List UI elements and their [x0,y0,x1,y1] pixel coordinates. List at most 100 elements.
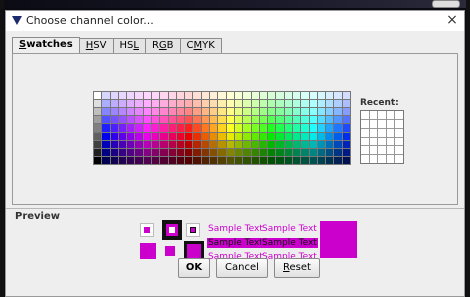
swatch-cell[interactable] [94,124,102,132]
swatch-cell[interactable] [102,100,110,108]
swatch-cell[interactable] [251,148,259,156]
swatch-cell[interactable] [193,124,201,132]
swatch-cell[interactable] [334,140,342,148]
recent-swatch-cell[interactable] [369,137,378,146]
recent-swatch-cell[interactable] [369,155,378,163]
swatch-cell[interactable] [326,100,334,108]
swatch-cell[interactable] [143,156,152,164]
swatch-cell[interactable] [309,140,317,148]
swatch-cell[interactable] [118,92,127,100]
swatch-cell[interactable] [243,92,251,100]
swatch-cell[interactable] [152,100,160,108]
swatch-cell[interactable] [94,92,102,100]
swatch-cell[interactable] [110,92,118,100]
swatch-cell[interactable] [226,140,234,148]
swatch-cell[interactable] [127,108,135,116]
swatch-cell[interactable] [210,100,218,108]
swatch-cell[interactable] [102,140,110,148]
swatch-cell[interactable] [251,108,259,116]
swatch-cell[interactable] [102,148,110,156]
swatch-cell[interactable] [152,108,160,116]
swatch-cell[interactable] [276,132,284,140]
swatch-cell[interactable] [152,140,160,148]
recent-swatch-cell[interactable] [378,137,386,146]
swatch-cell[interactable] [185,116,193,124]
swatch-cell[interactable] [110,108,118,116]
swatch-cell[interactable] [326,116,334,124]
swatch-cell[interactable] [127,156,135,164]
swatch-cell[interactable] [268,100,276,108]
swatch-cell[interactable] [193,100,201,108]
swatch-cell[interactable] [193,116,201,124]
swatch-cell[interactable] [234,132,243,140]
swatch-cell[interactable] [309,156,317,164]
swatch-cell[interactable] [135,156,143,164]
swatch-cell[interactable] [243,108,251,116]
swatch-cell[interactable] [259,124,268,132]
swatch-cell[interactable] [292,92,301,100]
swatch-cell[interactable] [118,100,127,108]
swatch-cell[interactable] [309,124,317,132]
swatch-cell[interactable] [276,108,284,116]
swatch-cell[interactable] [301,124,309,132]
swatch-cell[interactable] [118,140,127,148]
swatch-cell[interactable] [127,116,135,124]
swatch-cell[interactable] [168,116,176,124]
recent-swatch-grid[interactable] [360,110,404,164]
swatch-cell[interactable] [143,92,152,100]
swatch-cell[interactable] [292,156,301,164]
swatch-cell[interactable] [251,124,259,132]
swatch-cell[interactable] [276,148,284,156]
swatch-cell[interactable] [309,108,317,116]
swatch-cell[interactable] [317,132,326,140]
swatch-cell[interactable] [176,124,185,132]
swatch-cell[interactable] [276,124,284,132]
swatch-cell[interactable] [243,100,251,108]
swatch-cell[interactable] [185,148,193,156]
swatch-cell[interactable] [301,148,309,156]
swatch-cell[interactable] [301,140,309,148]
swatch-cell[interactable] [102,108,110,116]
swatch-cell[interactable] [118,116,127,124]
swatch-cell[interactable] [152,116,160,124]
tab-hsv[interactable]: HSV [78,38,114,53]
swatch-cell[interactable] [284,124,292,132]
swatch-cell[interactable] [226,148,234,156]
swatch-cell[interactable] [334,100,342,108]
swatch-cell[interactable] [251,92,259,100]
swatch-cell[interactable] [110,148,118,156]
swatch-cell[interactable] [243,124,251,132]
swatch-cell[interactable] [127,132,135,140]
swatch-cell[interactable] [94,108,102,116]
swatch-cell[interactable] [268,140,276,148]
swatch-cell[interactable] [143,108,152,116]
tab-rgb[interactable]: RGB [144,38,181,53]
swatch-cell[interactable] [243,116,251,124]
swatch-cell[interactable] [201,92,210,100]
swatch-cell[interactable] [218,156,226,164]
swatch-cell[interactable] [168,156,176,164]
swatch-cell[interactable] [317,116,326,124]
swatch-cell[interactable] [176,156,185,164]
recent-swatch-cell[interactable] [361,155,369,163]
swatch-cell[interactable] [201,132,210,140]
swatch-cell[interactable] [292,108,301,116]
swatch-cell[interactable] [193,132,201,140]
tab-hsl[interactable]: HSL [112,38,146,53]
swatch-cell[interactable] [135,108,143,116]
swatch-cell[interactable] [251,156,259,164]
swatch-cell[interactable] [218,108,226,116]
swatch-cell[interactable] [276,116,284,124]
swatch-cell[interactable] [110,156,118,164]
swatch-cell[interactable] [226,116,234,124]
swatch-cell[interactable] [259,116,268,124]
swatch-cell[interactable] [210,140,218,148]
swatch-cell[interactable] [243,148,251,156]
swatch-cell[interactable] [201,148,210,156]
swatch-cell[interactable] [201,124,210,132]
swatch-cell[interactable] [292,116,301,124]
recent-swatch-cell[interactable] [361,111,369,119]
swatch-cell[interactable] [201,156,210,164]
swatch-cell[interactable] [185,132,193,140]
swatch-cell[interactable] [127,92,135,100]
